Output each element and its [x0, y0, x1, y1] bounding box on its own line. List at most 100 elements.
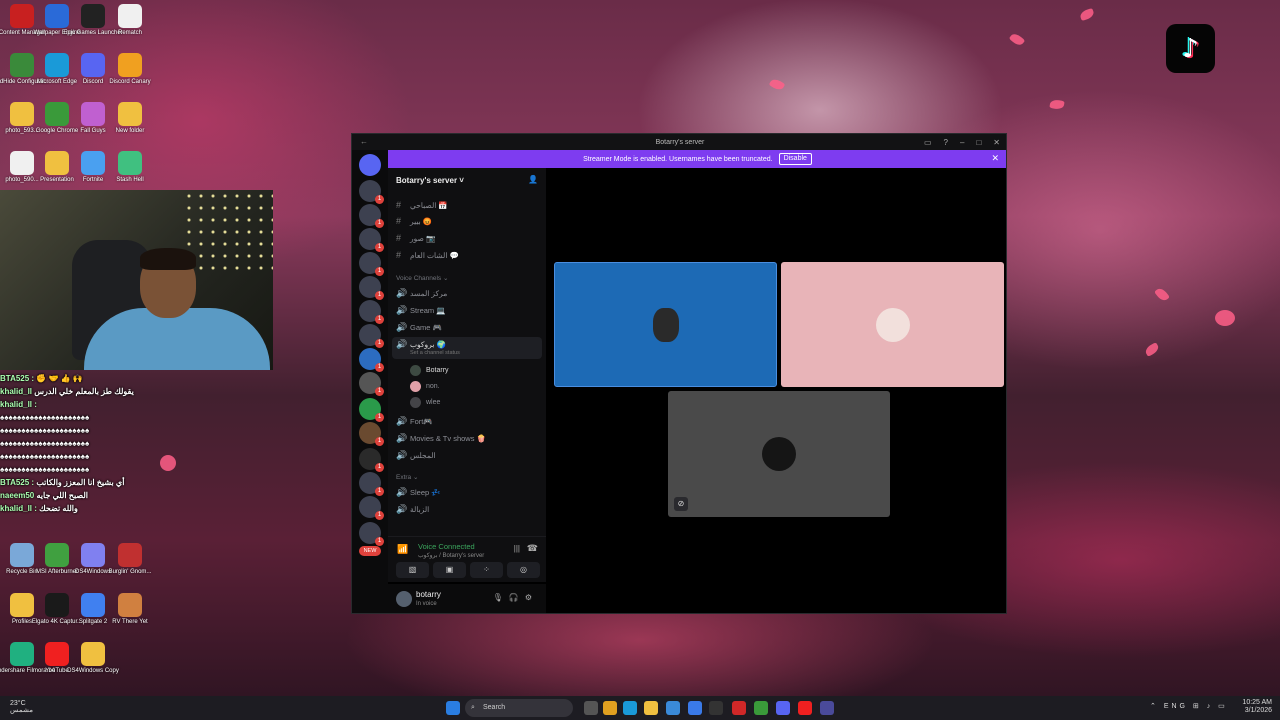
voice-channel[interactable]: 🔊 Fort🎮 — [396, 416, 433, 427]
mic-icon[interactable]: 🎙 — [493, 593, 509, 602]
voice-status[interactable]: Voice Connected — [418, 542, 475, 551]
server-icon[interactable]: 1 — [359, 522, 384, 546]
server-icon[interactable]: 1 — [359, 372, 384, 396]
obs-icon[interactable] — [709, 701, 723, 715]
server-icon[interactable]: 1 — [359, 300, 384, 324]
text-channel[interactable]: # صور 📷 — [396, 233, 435, 243]
discord-window[interactable]: ← Botarry's server ▭ ? – □ ✕ 1 1 1 1 1 1 1 1 1 1 1… — [351, 133, 1007, 614]
server-icon[interactable]: 1 — [359, 398, 384, 422]
desktop-icon[interactable]: Google Chrome — [36, 102, 78, 135]
desktop-icon[interactable]: MSI Afterburner — [36, 543, 78, 576]
minimize-button[interactable]: – — [960, 138, 964, 147]
desktop-icon[interactable]: DS4Windows — [73, 543, 113, 576]
noise-suppression-icon[interactable]: ||| — [514, 544, 520, 553]
desktop-icon[interactable]: Rematch — [110, 4, 150, 37]
server-icon[interactable]: 1 — [359, 228, 384, 252]
text-channel[interactable]: # الشات العام 💬 — [396, 250, 459, 260]
disable-button[interactable]: Disable — [778, 153, 812, 165]
desktop-icon[interactable]: Burglin' Gnom... — [109, 543, 151, 576]
start-button[interactable] — [446, 701, 460, 715]
app-icon[interactable] — [820, 701, 834, 715]
desktop-icon[interactable]: Fortnite — [73, 151, 113, 184]
voice-member[interactable]: non. — [410, 381, 440, 392]
desktop-icon[interactable]: New folder — [110, 102, 150, 135]
server-name-header[interactable]: Botarry's server ˅ — [396, 176, 464, 185]
widgets-icon[interactable] — [603, 701, 617, 715]
screen-share-button[interactable]: ▣ — [433, 562, 466, 578]
taskbar-search[interactable]: ⌕ Search — [465, 699, 573, 717]
voice-member[interactable]: Botarry — [410, 365, 449, 376]
close-banner-icon[interactable]: ✕ — [991, 153, 999, 164]
server-icon[interactable]: 1 — [359, 276, 384, 300]
clock[interactable]: 10:25 AM 3/1/2026 — [1242, 699, 1272, 715]
participant-tile[interactable]: ⊘ — [668, 391, 890, 517]
inbox-icon[interactable]: ▭ — [924, 138, 932, 147]
weather-widget[interactable]: 23°C مشمس — [10, 700, 33, 714]
desktop-icon[interactable]: Splitgate 2 — [73, 593, 113, 626]
settings-gear-icon[interactable]: ⚙ — [525, 593, 538, 602]
desktop-icon[interactable]: Presentation — [37, 151, 77, 184]
youtube-taskbar-icon[interactable] — [798, 701, 812, 715]
extra-category-label[interactable]: Extra ⌄ — [396, 473, 418, 481]
file-explorer-icon[interactable] — [644, 701, 658, 715]
voice-category-label[interactable]: Voice Channels ⌄ — [396, 274, 448, 282]
desktop-icon[interactable]: Wondershare Filmora 14 — [0, 642, 55, 675]
discord-taskbar-icon[interactable] — [776, 701, 790, 715]
desktop-icon[interactable]: Microsoft Edge — [37, 53, 77, 86]
maximize-button[interactable]: □ — [976, 138, 981, 147]
desktop-icon[interactable]: photo_590... — [2, 151, 42, 184]
participant-tile[interactable] — [554, 262, 777, 387]
close-button[interactable]: ✕ — [993, 138, 1000, 147]
server-icon[interactable]: 1 — [359, 324, 384, 348]
desktop-icon[interactable]: Elgato 4K Captur... — [32, 593, 82, 626]
help-icon[interactable]: ? — [944, 138, 948, 147]
mail-icon[interactable] — [688, 701, 702, 715]
system-tray-icons[interactable]: ⌃ ENG ⊞ ♪ ▭ — [1150, 702, 1228, 710]
store-icon[interactable] — [666, 701, 680, 715]
channel-status[interactable]: Set a channel status — [410, 350, 460, 356]
server-icon[interactable]: 1 — [359, 422, 384, 446]
voice-channel[interactable]: 🔊 مركز المسد — [396, 288, 447, 299]
voice-channel[interactable]: 🔊 Movies & Tv shows 🍿 — [396, 433, 486, 444]
text-channel[interactable]: # الصباحي 📅 — [396, 200, 448, 210]
app-icon[interactable] — [732, 701, 746, 715]
voice-channel[interactable]: 🔊 Game 🎮 — [396, 322, 442, 333]
camera-off-button[interactable]: ▧ — [396, 562, 429, 578]
desktop-icon[interactable]: Discord Canary — [109, 53, 151, 86]
voice-channel[interactable]: 🔊 بروكوب 🌍 — [396, 339, 446, 350]
task-view-icon[interactable] — [584, 701, 598, 715]
disconnect-icon[interactable]: ☎ — [527, 543, 538, 554]
participant-tile[interactable] — [781, 262, 1004, 387]
desktop-icon[interactable]: Epic Games Launcher — [63, 4, 123, 37]
desktop-icon[interactable]: RV There Yet — [110, 593, 150, 626]
app-icon — [45, 102, 69, 126]
server-icon[interactable]: 1 — [359, 472, 384, 496]
voice-channel[interactable]: 🔊 Sleep 💤 — [396, 487, 441, 498]
activities-button[interactable]: ⁘ — [470, 562, 503, 578]
signal-icon[interactable]: 📶 — [397, 544, 408, 555]
server-icon[interactable]: 1 — [359, 180, 384, 204]
desktop-icon[interactable]: Discord — [73, 53, 113, 86]
chrome-icon[interactable] — [754, 701, 768, 715]
desktop-icon[interactable]: Fall Guys — [73, 102, 113, 135]
discord-home-icon[interactable] — [359, 154, 381, 176]
user-avatar[interactable] — [396, 591, 412, 607]
server-icon[interactable]: 1 — [359, 348, 384, 372]
voice-member[interactable]: wlee — [410, 397, 440, 408]
soundboard-button[interactable]: ◎ — [507, 562, 540, 578]
voice-channel[interactable]: 🔊 Stream 💻 — [396, 305, 446, 316]
desktop-icon[interactable]: Stash Hell — [110, 151, 150, 184]
server-icon[interactable]: 1 — [359, 204, 384, 228]
desktop-icon[interactable]: DS4Windows Copy — [67, 642, 119, 675]
text-channel[interactable]: # بيير 😡 — [396, 216, 432, 226]
edge-icon[interactable] — [623, 701, 637, 715]
title-bar[interactable]: ← Botarry's server ▭ ? – □ ✕ — [352, 134, 1006, 150]
headphones-icon[interactable]: 🎧 — [509, 593, 525, 602]
server-icon[interactable]: 1 — [359, 448, 384, 472]
voice-channel[interactable]: 🔊 المجلس — [396, 450, 436, 461]
server-icon[interactable]: 1 — [359, 496, 384, 520]
back-arrow-icon[interactable]: ← — [360, 137, 368, 146]
server-icon[interactable]: 1 — [359, 252, 384, 276]
add-member-icon[interactable]: 👤 — [528, 175, 538, 184]
voice-channel[interactable]: 🔊 الزبالة — [396, 504, 429, 515]
